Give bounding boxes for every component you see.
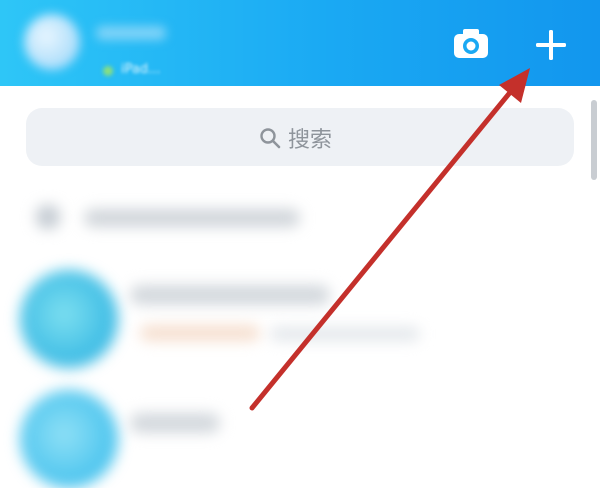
list-section-icon <box>36 205 60 229</box>
list-section-title <box>84 209 300 227</box>
list-item-preview-rest <box>270 327 420 341</box>
list-item-preview <box>140 325 260 341</box>
list-item-title <box>130 285 330 305</box>
add-button[interactable] <box>532 26 570 64</box>
list-item-title <box>130 413 220 433</box>
online-status-dot <box>103 66 113 76</box>
list-item-avatar[interactable] <box>20 390 118 488</box>
account-name <box>96 26 166 40</box>
online-status-text: iPad... <box>121 62 161 77</box>
scrollbar[interactable] <box>591 100 597 180</box>
list-item-avatar[interactable] <box>20 270 118 368</box>
search-label-text: 搜索 <box>288 128 333 153</box>
blurred-chat-list <box>0 175 600 488</box>
camera-button[interactable] <box>452 28 492 60</box>
search-icon <box>260 128 281 149</box>
search-placeholder[interactable]: 搜索 <box>258 122 332 154</box>
avatar[interactable] <box>24 14 80 70</box>
plus-icon <box>536 30 566 60</box>
camera-icon <box>454 29 488 58</box>
top-bar: iPad... <box>0 0 600 86</box>
